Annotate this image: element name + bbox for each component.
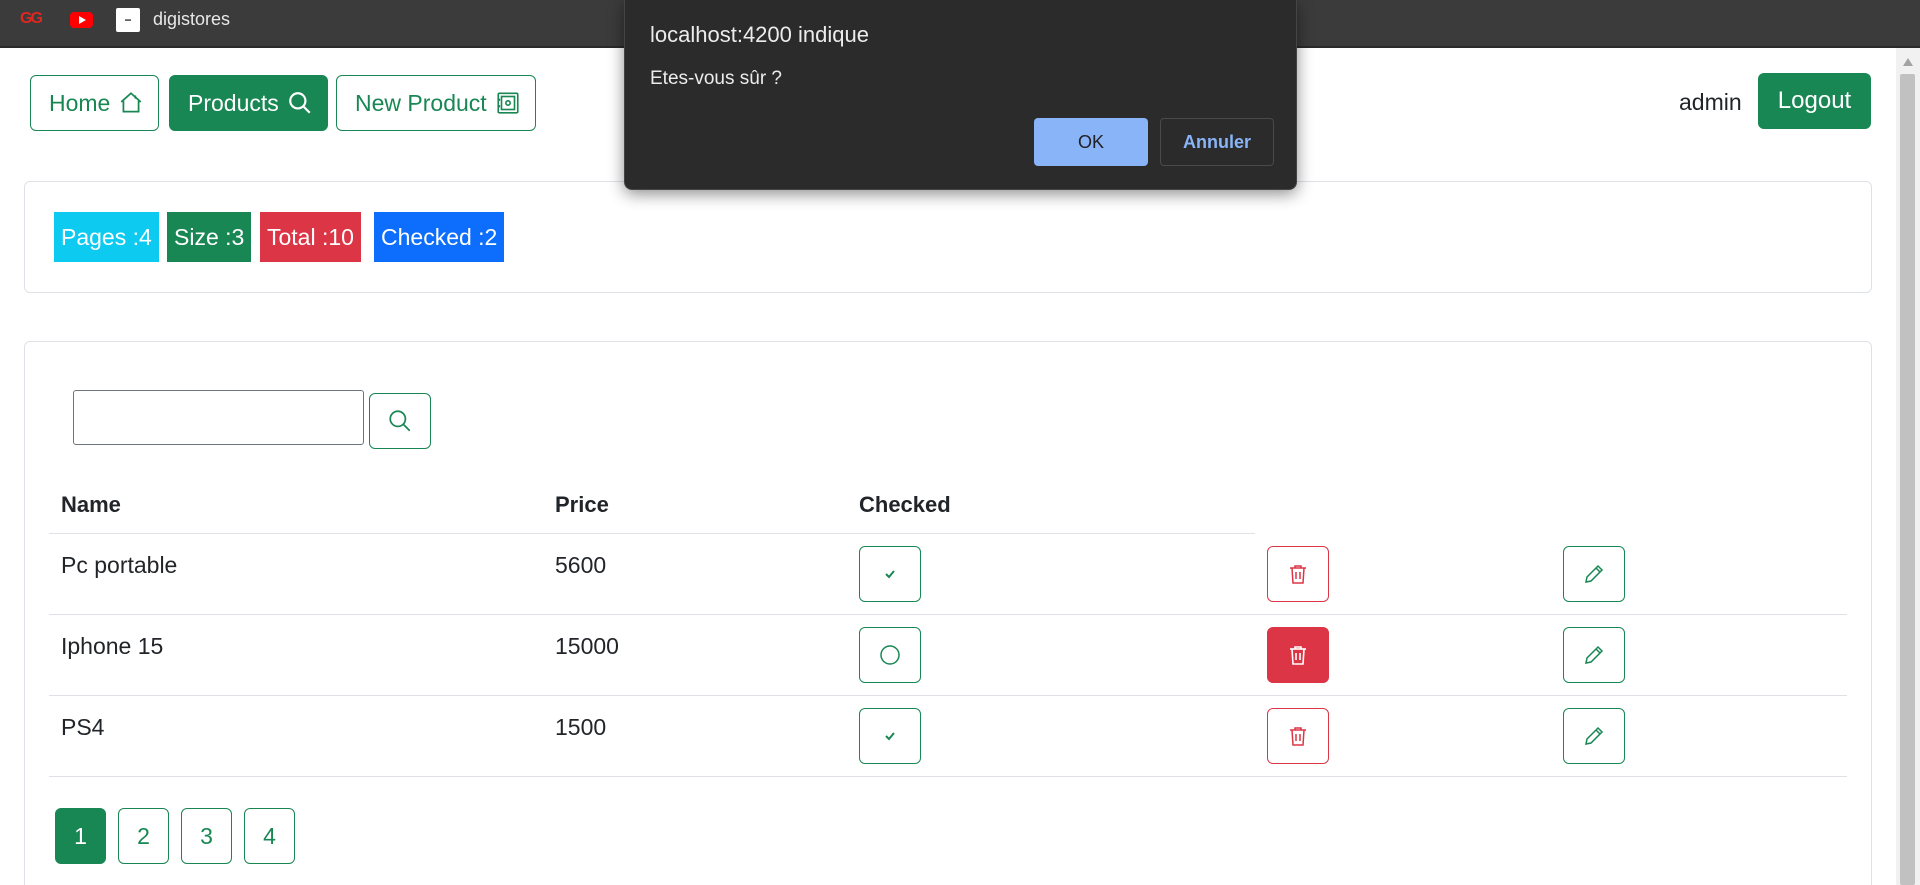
search-button[interactable] bbox=[369, 393, 431, 449]
pages-badge: Pages :4 bbox=[54, 212, 159, 262]
trash-icon bbox=[1290, 646, 1306, 665]
search-input[interactable] bbox=[73, 390, 364, 445]
scroll-up-arrow-icon[interactable] bbox=[1903, 58, 1913, 66]
dialog-ok-button[interactable]: OK bbox=[1034, 118, 1148, 166]
confirm-dialog: localhost:4200 indique Etes-vous sûr ? O… bbox=[624, 0, 1297, 190]
search-icon bbox=[389, 410, 411, 432]
check-icon bbox=[885, 732, 895, 741]
row-2-check-toggle[interactable] bbox=[859, 627, 921, 683]
page-button-1[interactable]: 1 bbox=[55, 808, 106, 864]
page-button-2[interactable]: 2 bbox=[118, 808, 169, 864]
pencil-icon bbox=[1585, 645, 1604, 664]
safe-icon bbox=[497, 92, 519, 114]
row-1-edit-button[interactable] bbox=[1563, 546, 1625, 602]
digistores-favicon-icon[interactable]: ▬ bbox=[116, 8, 140, 32]
row-2-name: Iphone 15 bbox=[61, 633, 164, 659]
row-2-edit-button[interactable] bbox=[1563, 627, 1625, 683]
page-button-4[interactable]: 4 bbox=[244, 808, 295, 864]
row-1-delete-button[interactable] bbox=[1267, 546, 1329, 602]
row-1-price: 5600 bbox=[555, 552, 607, 578]
circle-icon bbox=[880, 645, 900, 665]
row-divider bbox=[49, 695, 1847, 696]
new-product-button-label: New Product bbox=[355, 89, 487, 116]
youtube-icon[interactable] bbox=[70, 12, 93, 28]
logout-button[interactable]: Logout bbox=[1758, 73, 1871, 129]
home-button[interactable]: Home bbox=[30, 75, 160, 131]
dialog-message: Etes-vous sûr ? bbox=[650, 68, 782, 89]
pencil-icon bbox=[1585, 726, 1604, 745]
trash-icon bbox=[1290, 565, 1306, 584]
row-3-check-toggle[interactable] bbox=[859, 708, 921, 764]
row-3-delete-button[interactable] bbox=[1267, 708, 1329, 764]
products-button[interactable]: Products bbox=[169, 75, 328, 131]
row-divider bbox=[49, 776, 1847, 777]
products-button-label: Products bbox=[188, 89, 279, 116]
checked-badge: Checked :2 bbox=[374, 212, 505, 262]
row-2-delete-button[interactable] bbox=[1267, 627, 1329, 683]
pencil-icon bbox=[1585, 564, 1604, 583]
scroll-thumb[interactable] bbox=[1900, 74, 1915, 885]
search-icon bbox=[288, 92, 311, 114]
bookmark-digistores[interactable]: digistores bbox=[153, 9, 230, 30]
row-3-edit-button[interactable] bbox=[1563, 708, 1625, 764]
home-button-label: Home bbox=[49, 89, 111, 116]
username: admin bbox=[1679, 89, 1742, 115]
new-product-button[interactable]: New Product bbox=[336, 75, 536, 131]
header-price: Price bbox=[555, 492, 609, 517]
house-icon bbox=[121, 92, 142, 113]
dialog-cancel-button[interactable]: Annuler bbox=[1160, 118, 1274, 166]
row-divider bbox=[49, 614, 1847, 615]
dialog-title: localhost:4200 indique bbox=[650, 22, 869, 47]
gg-logo-icon[interactable]: GG bbox=[20, 10, 43, 28]
size-badge: Size :3 bbox=[167, 212, 252, 262]
total-badge: Total :10 bbox=[260, 212, 361, 262]
row-2-price: 15000 bbox=[555, 633, 619, 659]
check-icon bbox=[885, 570, 895, 579]
trash-icon bbox=[1290, 727, 1306, 746]
row-3-price: 1500 bbox=[555, 714, 607, 740]
row-1-name: Pc portable bbox=[61, 552, 178, 578]
row-3-name: PS4 bbox=[61, 714, 105, 740]
row-1-check-toggle[interactable] bbox=[859, 546, 921, 602]
header-name: Name bbox=[61, 492, 121, 517]
header-checked: Checked bbox=[859, 492, 951, 517]
vertical-scrollbar[interactable] bbox=[1896, 48, 1920, 885]
header-divider bbox=[49, 533, 1255, 534]
page-button-3[interactable]: 3 bbox=[181, 808, 232, 864]
